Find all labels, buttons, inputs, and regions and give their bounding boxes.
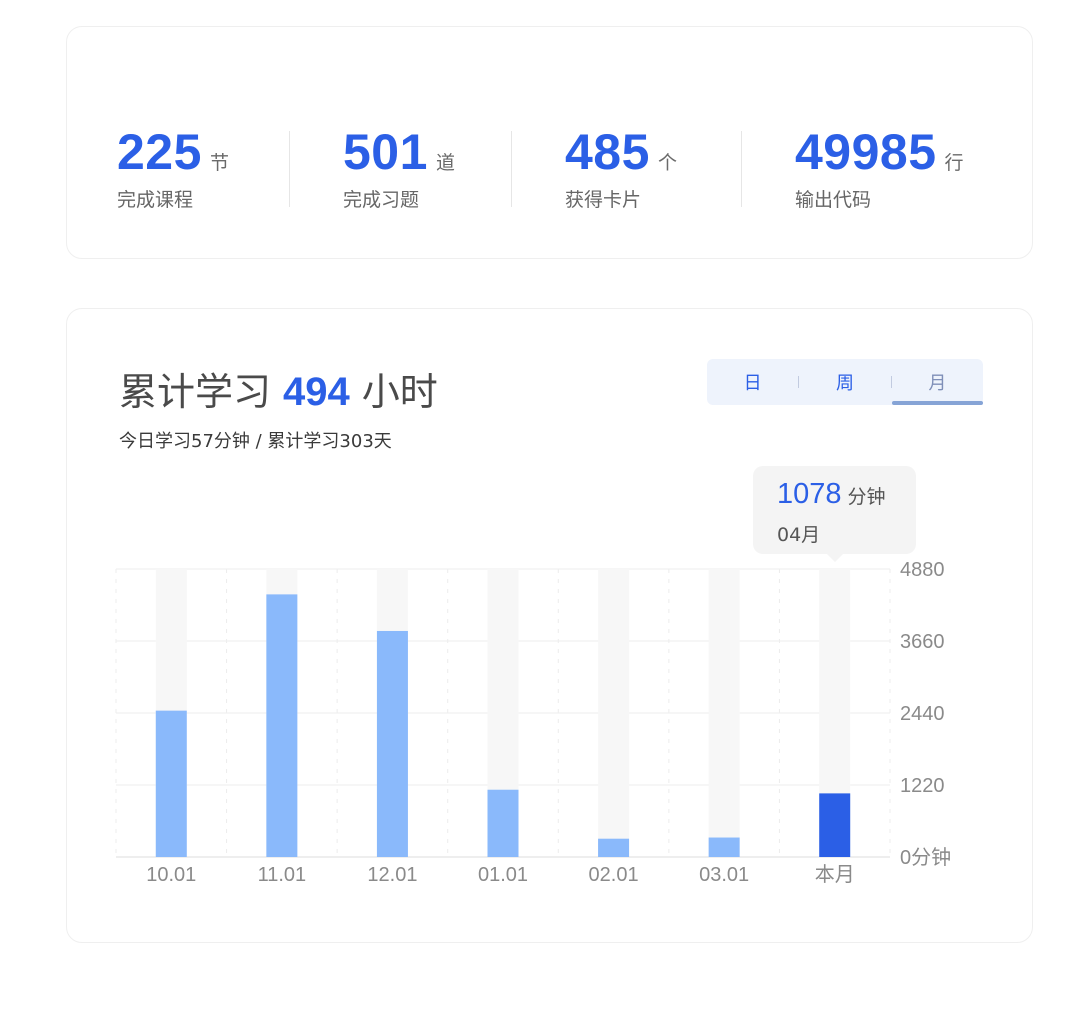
study-time-card: 累计学习 494 小时 今日学习57分钟 / 累计学习303天 日 周 月 <box>66 308 1033 943</box>
stat-divider <box>741 131 742 207</box>
tab-day[interactable]: 日 <box>707 359 798 405</box>
bar[interactable] <box>487 789 519 857</box>
study-title-prefix: 累计学习 <box>119 370 272 414</box>
tab-week[interactable]: 周 <box>799 359 890 405</box>
stat-label: 获得卡片 <box>565 189 642 211</box>
stat-value: 501 <box>343 124 428 180</box>
stat-unit: 道 <box>435 152 455 174</box>
stat-unit: 行 <box>944 152 964 174</box>
study-hours-value: 494 <box>283 370 350 414</box>
tab-month[interactable]: 月 <box>891 359 984 405</box>
bar[interactable] <box>819 793 851 857</box>
stat-courses: 225 节 完成课程 <box>117 127 229 212</box>
study-title-suffix: 小时 <box>361 370 438 414</box>
study-subtitle: 今日学习57分钟 / 累计学习303天 <box>119 431 392 452</box>
stat-exercises: 501 道 完成习题 <box>343 127 455 212</box>
bar[interactable] <box>598 838 630 857</box>
stat-label: 输出代码 <box>795 189 872 211</box>
bar[interactable] <box>376 630 408 857</box>
stat-label: 完成习题 <box>343 189 420 211</box>
stat-divider <box>511 131 512 207</box>
bar[interactable] <box>155 710 187 857</box>
bar[interactable] <box>266 594 298 857</box>
stat-value: 485 <box>565 124 650 180</box>
study-title: 累计学习 494 小时 <box>119 361 438 416</box>
bar[interactable] <box>708 837 740 857</box>
stat-label: 完成课程 <box>117 189 194 211</box>
chart-tooltip: 1078 分钟 04月 <box>753 466 916 562</box>
stat-cards: 485 个 获得卡片 <box>565 127 677 212</box>
tooltip-category: 04月 <box>777 524 821 546</box>
period-segmented-control: 日 周 月 <box>707 359 984 405</box>
stat-divider <box>289 131 290 207</box>
stat-value: 225 <box>117 124 202 180</box>
stat-unit: 节 <box>209 152 229 174</box>
stat-unit: 个 <box>657 152 677 174</box>
stat-value: 49985 <box>795 124 937 180</box>
stat-code-lines: 49985 行 输出代码 <box>795 127 964 212</box>
tooltip-value: 1078 <box>777 478 842 510</box>
tooltip-unit: 分钟 <box>847 486 886 508</box>
stats-card: 225 节 完成课程 501 道 完成习题 485 个 获得卡片 49985 行… <box>66 26 1033 259</box>
